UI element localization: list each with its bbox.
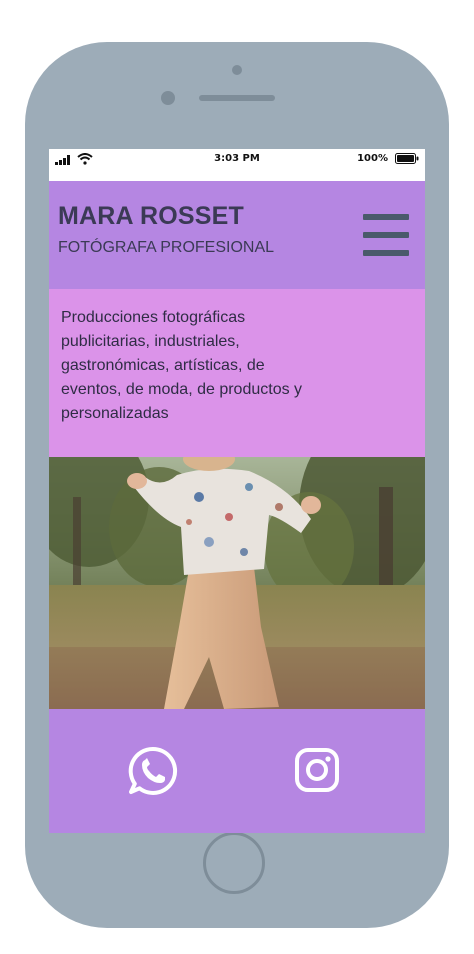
proximity-sensor <box>161 91 175 105</box>
instagram-icon[interactable] <box>294 747 340 793</box>
brand-title: MARA ROSSET <box>58 202 245 230</box>
site-header: MARA ROSSET FOTÓGRAFA PROFESIONAL <box>49 181 425 289</box>
intro-section: Producciones fotográficas publicitarias,… <box>49 289 425 457</box>
hero-photo-illustration <box>49 457 425 709</box>
front-camera <box>232 65 242 75</box>
phone-screen: 3:03 PM 100% MARA ROSSET FOTÓGRAFA PROFE… <box>49 149 425 833</box>
earpiece-speaker <box>199 95 275 101</box>
status-bar: 3:03 PM 100% <box>49 149 425 181</box>
whatsapp-icon[interactable] <box>127 745 179 797</box>
hero-photo <box>49 457 425 709</box>
intro-text: Producciones fotográficas publicitarias,… <box>61 309 303 422</box>
hamburger-icon[interactable] <box>361 212 411 258</box>
battery-percentage: 100% <box>357 153 388 164</box>
home-button[interactable] <box>203 832 265 894</box>
brand-subtitle: FOTÓGRAFA PROFESIONAL <box>58 239 275 256</box>
battery-icon <box>395 153 419 164</box>
footer-social <box>49 709 425 833</box>
